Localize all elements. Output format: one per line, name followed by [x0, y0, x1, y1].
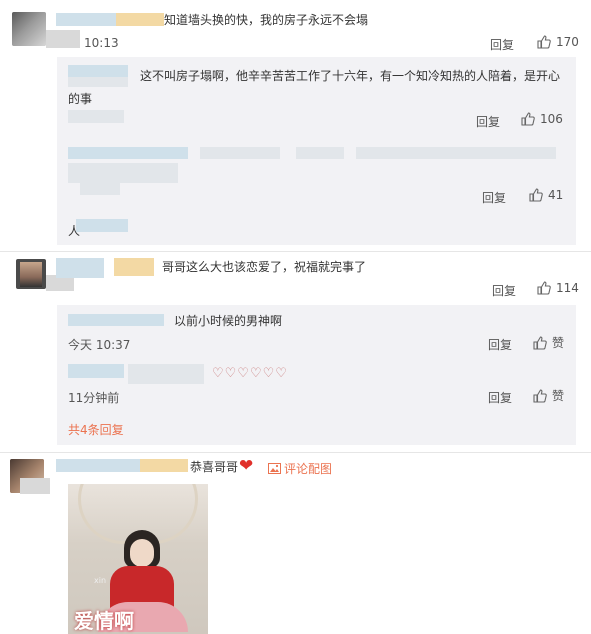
reply-text-blurred	[296, 147, 344, 159]
avatar[interactable]	[16, 259, 46, 289]
user-badge-blurred	[116, 13, 164, 26]
divider	[0, 452, 591, 453]
comment-text: 哥哥这么大也该恋爱了，祝福就完事了	[162, 260, 367, 274]
reply-time-blurred	[68, 110, 124, 123]
user-badge-blurred	[114, 258, 154, 276]
reply-username-blurred	[68, 77, 128, 87]
comment-image[interactable]: xin 爱情啊	[68, 484, 208, 634]
reply-button[interactable]: 回复	[476, 113, 500, 130]
avatar-blur	[46, 30, 80, 48]
thumbs-up-icon	[521, 112, 535, 126]
reply-time: 今天 10:37	[68, 338, 131, 352]
reply-button[interactable]: 回复	[490, 36, 514, 53]
comment-text: 知道墙头换的快，我的房子永远不会塌	[164, 13, 369, 27]
like-button[interactable]: 赞	[532, 334, 564, 351]
like-button[interactable]: 114	[536, 280, 579, 296]
reply-username-blurred[interactable]	[68, 65, 128, 77]
like-count: 170	[556, 35, 579, 49]
heart-icon: ❤	[239, 456, 254, 476]
thumbs-up-icon	[529, 188, 543, 202]
heart-emoji-row: ♡♡♡♡♡♡	[212, 366, 288, 381]
comment-text: 恭喜哥哥	[190, 460, 239, 474]
like-count: 41	[548, 188, 564, 202]
thumbs-up-icon	[537, 35, 551, 49]
like-button[interactable]: 170	[536, 34, 579, 50]
view-all-replies-link[interactable]: 共4条回复	[68, 421, 124, 438]
username-blurred[interactable]	[56, 258, 104, 278]
like-button[interactable]: 赞	[532, 387, 564, 404]
like-button[interactable]: 106	[520, 111, 563, 127]
comment-time: 10:13	[84, 36, 119, 50]
image-link-label: 评论配图	[284, 462, 333, 476]
reply-text: 以前小时候的男神啊	[174, 314, 283, 328]
image-watermark: xin	[94, 576, 107, 585]
like-count: 106	[540, 112, 563, 126]
reply-text-blurred	[200, 147, 280, 159]
reply-text: 这不叫房子塌啊，他辛辛苦苦工作了十六年，有一个知冷知热的人陪着，是开心	[140, 69, 561, 83]
image-caption: 爱情啊	[74, 609, 134, 633]
reply-button[interactable]: 回复	[488, 336, 512, 353]
reply-button[interactable]: 回复	[492, 282, 516, 299]
like-label: 赞	[552, 389, 565, 403]
username-blurred[interactable]	[56, 459, 140, 472]
avatar[interactable]	[12, 12, 46, 46]
reply-username-blurred[interactable]	[68, 314, 164, 326]
user-badge-blurred	[140, 459, 188, 472]
divider	[0, 251, 591, 252]
image-link[interactable]: 评论配图	[268, 460, 332, 477]
reply-text-continued: 的事	[68, 92, 93, 106]
reply-username-blurred[interactable]	[68, 147, 188, 159]
child-face	[130, 539, 154, 567]
avatar-blur	[20, 478, 50, 494]
reply-button[interactable]: 回复	[488, 389, 512, 406]
like-button[interactable]: 41	[528, 187, 563, 203]
reply-button[interactable]: 回复	[482, 189, 506, 206]
thumbs-up-icon	[533, 335, 547, 350]
like-label: 赞	[552, 336, 565, 350]
reply-text-blurred	[68, 163, 178, 183]
thumbs-up-icon	[537, 281, 551, 295]
reply-username-blurred[interactable]	[68, 364, 124, 378]
reply-text-blurred	[128, 364, 204, 384]
image-icon	[268, 463, 281, 474]
reply-time-blurred	[80, 182, 120, 195]
username-blurred[interactable]	[56, 13, 116, 26]
more-replies-link-blurred[interactable]	[76, 219, 128, 232]
like-count: 114	[556, 281, 579, 295]
reply-time: 11分钟前	[68, 391, 120, 405]
thumbs-up-icon	[533, 388, 547, 403]
reply-text-blurred	[356, 147, 556, 159]
